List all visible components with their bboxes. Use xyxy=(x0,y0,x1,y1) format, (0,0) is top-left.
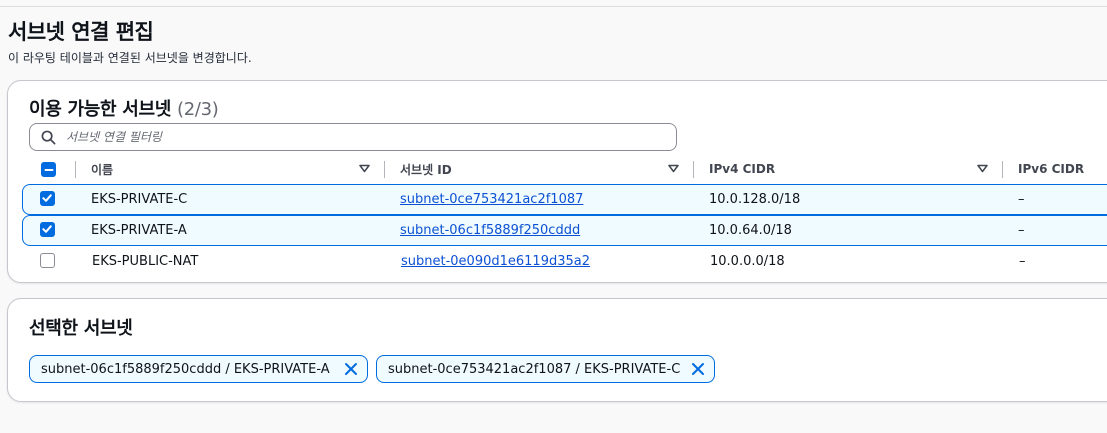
caret-down-icon[interactable] xyxy=(359,164,370,173)
row-checkbox[interactable] xyxy=(39,190,55,206)
column-divider xyxy=(384,161,385,178)
cell-ipv6: – xyxy=(1019,254,1026,269)
column-divider xyxy=(1002,161,1003,178)
selected-subnet-token: subnet-0ce753421ac2f1087 / EKS-PRIVATE-C xyxy=(376,355,715,383)
selected-subnet-token: subnet-06c1f5889f250cddd / EKS-PRIVATE-A xyxy=(29,355,368,383)
caret-down-icon[interactable] xyxy=(977,164,988,173)
cell-name: EKS-PUBLIC-NAT xyxy=(92,254,199,269)
search-icon xyxy=(41,130,56,145)
subnet-filter[interactable] xyxy=(29,123,677,151)
cell-subnet-id-link[interactable]: subnet-0e090d1e6119d35a2 xyxy=(401,246,590,277)
table-row[interactable]: EKS-PRIVATE-C subnet-0ce753421ac2f1087 1… xyxy=(22,184,1107,215)
available-subnets-panel: 이용 가능한 서브넷 (2/3) 이름 서브넷 ID IPv4 CIDR xyxy=(7,80,1107,283)
column-divider xyxy=(75,161,76,178)
page-description: 이 라우팅 테이블과 연결된 서브넷을 변경합니다. xyxy=(8,51,252,65)
page-title: 서브넷 연결 편집 xyxy=(8,20,154,44)
column-divider xyxy=(693,161,694,178)
close-icon[interactable] xyxy=(343,361,359,377)
cell-subnet-id-link[interactable]: subnet-0ce753421ac2f1087 xyxy=(400,185,583,214)
cell-ipv4: 10.0.64.0/18 xyxy=(709,223,792,238)
cell-ipv4: 10.0.0.0/18 xyxy=(710,254,785,269)
subnet-filter-input[interactable] xyxy=(66,127,666,147)
checkmark-icon xyxy=(42,225,52,233)
available-subnets-count: (2/3) xyxy=(176,99,219,120)
minus-icon xyxy=(44,168,53,171)
token-label: subnet-0ce753421ac2f1087 / EKS-PRIVATE-C xyxy=(388,361,681,377)
close-icon[interactable] xyxy=(690,361,706,377)
selected-subnets-panel: 선택한 서브넷 subnet-06c1f5889f250cddd / EKS-P… xyxy=(7,298,1107,402)
column-header-name[interactable]: 이름 xyxy=(91,156,113,182)
select-all-checkbox[interactable] xyxy=(41,162,56,177)
checkmark-icon xyxy=(42,194,52,202)
selected-subnets-title: 선택한 서브넷 xyxy=(29,318,133,339)
table-row[interactable]: EKS-PRIVATE-A subnet-06c1f5889f250cddd 1… xyxy=(22,215,1107,246)
available-subnets-heading: 이용 가능한 서브넷 (2/3) xyxy=(29,95,219,121)
token-label: subnet-06c1f5889f250cddd / EKS-PRIVATE-A xyxy=(41,361,330,377)
cell-subnet-id-link[interactable]: subnet-06c1f5889f250cddd xyxy=(400,216,580,245)
cell-ipv4: 10.0.128.0/18 xyxy=(709,192,801,207)
cell-name: EKS-PRIVATE-A xyxy=(91,223,187,238)
column-header-ipv4[interactable]: IPv4 CIDR xyxy=(709,156,775,182)
available-subnets-title: 이용 가능한 서브넷 xyxy=(29,99,172,120)
column-header-ipv6[interactable]: IPv6 CIDR xyxy=(1018,156,1084,182)
caret-down-icon[interactable] xyxy=(668,164,679,173)
table-row[interactable]: EKS-PUBLIC-NAT subnet-0e090d1e6119d35a2 … xyxy=(22,246,1107,277)
top-divider xyxy=(0,6,1107,7)
cell-ipv6: – xyxy=(1018,223,1025,238)
table-header: 이름 서브넷 ID IPv4 CIDR IPv6 CIDR xyxy=(22,156,1107,182)
cell-name: EKS-PRIVATE-C xyxy=(91,192,188,207)
cell-ipv6: – xyxy=(1018,192,1025,207)
row-checkbox[interactable] xyxy=(39,221,55,237)
row-checkbox[interactable] xyxy=(40,253,55,268)
column-header-subnet-id[interactable]: 서브넷 ID xyxy=(400,156,452,182)
